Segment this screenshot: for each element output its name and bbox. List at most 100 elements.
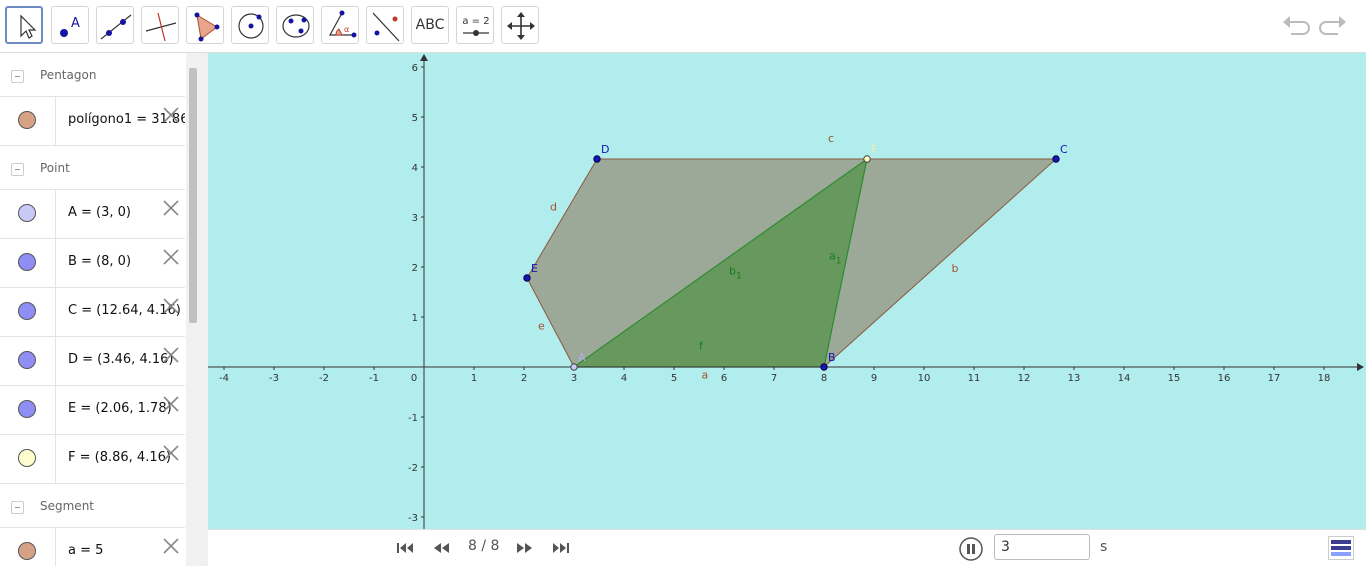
delete-icon[interactable] [162, 444, 180, 462]
x-tick-label: 15 [1168, 373, 1181, 384]
algebra-expression[interactable]: F = (8.86, 4.16) [68, 450, 171, 465]
tool-4[interactable] [186, 6, 224, 44]
y-tick-label: -2 [408, 463, 418, 474]
delete-icon[interactable] [162, 346, 180, 364]
y-tick-label: 3 [412, 213, 418, 224]
algebra-expression[interactable]: a = 5 [68, 543, 103, 558]
x-tick-label: 5 [671, 373, 677, 384]
x-tick-label: 13 [1068, 373, 1081, 384]
collapse-toggle-icon[interactable] [11, 501, 24, 514]
graphics-view[interactable]: -4 -3 -2 -1 0 1 2 3 4 5 6 7 8 9 10 11 12 13 14 15 16 17 18-3-2… [208, 53, 1366, 529]
visibility-toggle[interactable] [18, 204, 36, 222]
visibility-toggle[interactable] [18, 253, 36, 271]
visibility-cell [0, 528, 56, 566]
view-divider[interactable] [200, 53, 208, 566]
tool-0[interactable] [5, 6, 43, 44]
x-tick-label: -3 [269, 373, 279, 384]
algebra-item[interactable]: D = (3.46, 4.16) [0, 337, 185, 386]
visibility-cell [0, 337, 56, 385]
x-tick-label: 4 [621, 373, 627, 384]
tool-1[interactable]: A [51, 6, 89, 44]
point-D[interactable] [593, 155, 601, 163]
visibility-toggle[interactable] [18, 302, 36, 320]
point-label-F: F [871, 143, 877, 156]
speed-input[interactable] [994, 534, 1090, 560]
collapse-toggle-icon[interactable] [11, 163, 24, 176]
delete-icon[interactable] [162, 248, 180, 266]
algebra-item[interactable]: E = (2.06, 1.78) [0, 386, 185, 435]
circle-tool-icon [238, 13, 264, 39]
tool-8[interactable] [366, 6, 404, 44]
previous-step-icon[interactable] [432, 540, 450, 556]
visibility-toggle[interactable] [18, 351, 36, 369]
group-label: Segment [40, 499, 94, 513]
undo-icon[interactable] [1281, 12, 1311, 40]
visibility-cell [0, 97, 56, 145]
x-tick-label: 17 [1268, 373, 1281, 384]
line-tool-icon [100, 14, 132, 40]
pause-icon[interactable] [959, 537, 983, 561]
algebra-item[interactable]: A = (3, 0) [0, 190, 185, 239]
tool-2[interactable] [96, 6, 134, 44]
segment-label-a: a [702, 369, 709, 382]
delete-icon[interactable] [162, 297, 180, 315]
collapse-toggle-icon[interactable] [11, 70, 24, 83]
algebra-item[interactable]: B = (8, 0) [0, 239, 185, 288]
delete-icon[interactable] [162, 395, 180, 413]
visibility-toggle[interactable] [18, 542, 36, 560]
keyboard-icon[interactable] [1328, 536, 1354, 560]
point-F[interactable] [863, 155, 871, 163]
point-B[interactable] [820, 363, 828, 371]
tool-11[interactable] [501, 6, 539, 44]
algebra-scrollbar[interactable] [186, 53, 200, 566]
tool-9[interactable]: ABC [411, 6, 449, 44]
group-pentagon: Pentagon [0, 53, 185, 97]
algebra-expression[interactable]: E = (2.06, 1.78) [68, 401, 172, 416]
x-tick-label: 3 [571, 373, 577, 384]
algebra-item[interactable]: F = (8.86, 4.16) [0, 435, 185, 484]
angle-tool-icon: α [328, 10, 357, 38]
algebra-item[interactable]: polígono1 = 31.86 [0, 97, 185, 146]
visibility-toggle[interactable] [18, 400, 36, 418]
segment-label-c: c [828, 132, 834, 145]
first-step-icon[interactable] [396, 540, 414, 556]
y-tick-label: 5 [412, 113, 418, 124]
visibility-toggle[interactable] [18, 111, 36, 129]
tool-3[interactable] [141, 6, 179, 44]
tool-6[interactable] [276, 6, 314, 44]
algebra-item[interactable]: C = (12.64, 4.16) [0, 288, 185, 337]
last-step-icon[interactable] [552, 540, 570, 556]
polygon-tool-icon [194, 12, 220, 42]
group-label: Pentagon [40, 68, 97, 82]
group-label: Point [40, 161, 70, 175]
delete-icon[interactable] [162, 199, 180, 217]
visibility-toggle[interactable] [18, 449, 36, 467]
point-label-E: E [531, 262, 538, 275]
visibility-cell [0, 435, 56, 483]
x-tick-label: 7 [771, 373, 777, 384]
y-tick-label: 1 [412, 313, 418, 324]
algebra-expression[interactable]: D = (3.46, 4.16) [68, 352, 173, 367]
y-tick-label: -1 [408, 413, 418, 424]
point-A[interactable] [570, 363, 578, 371]
x-tick-label: 9 [871, 373, 877, 384]
next-step-icon[interactable] [516, 540, 534, 556]
redo-icon[interactable] [1318, 12, 1348, 40]
tool-10[interactable]: a = 2 [456, 6, 494, 44]
algebra-expression[interactable]: B = (8, 0) [68, 254, 131, 269]
delete-icon[interactable] [162, 537, 180, 555]
scrollbar-thumb[interactable] [189, 68, 197, 323]
segment-label-d: d [550, 201, 557, 214]
x-tick-label: 14 [1118, 373, 1131, 384]
point-C[interactable] [1052, 155, 1060, 163]
point-E[interactable] [523, 274, 531, 282]
group-segment: Segment [0, 484, 185, 528]
algebra-expression[interactable]: A = (3, 0) [68, 205, 131, 220]
x-tick-label: 1 [471, 373, 477, 384]
algebra-item[interactable]: a = 5 [0, 528, 185, 566]
svg-text:A: A [71, 16, 80, 31]
delete-icon[interactable] [162, 106, 180, 124]
point-label-B: B [828, 351, 836, 364]
tool-5[interactable] [231, 6, 269, 44]
tool-7[interactable]: α [321, 6, 359, 44]
